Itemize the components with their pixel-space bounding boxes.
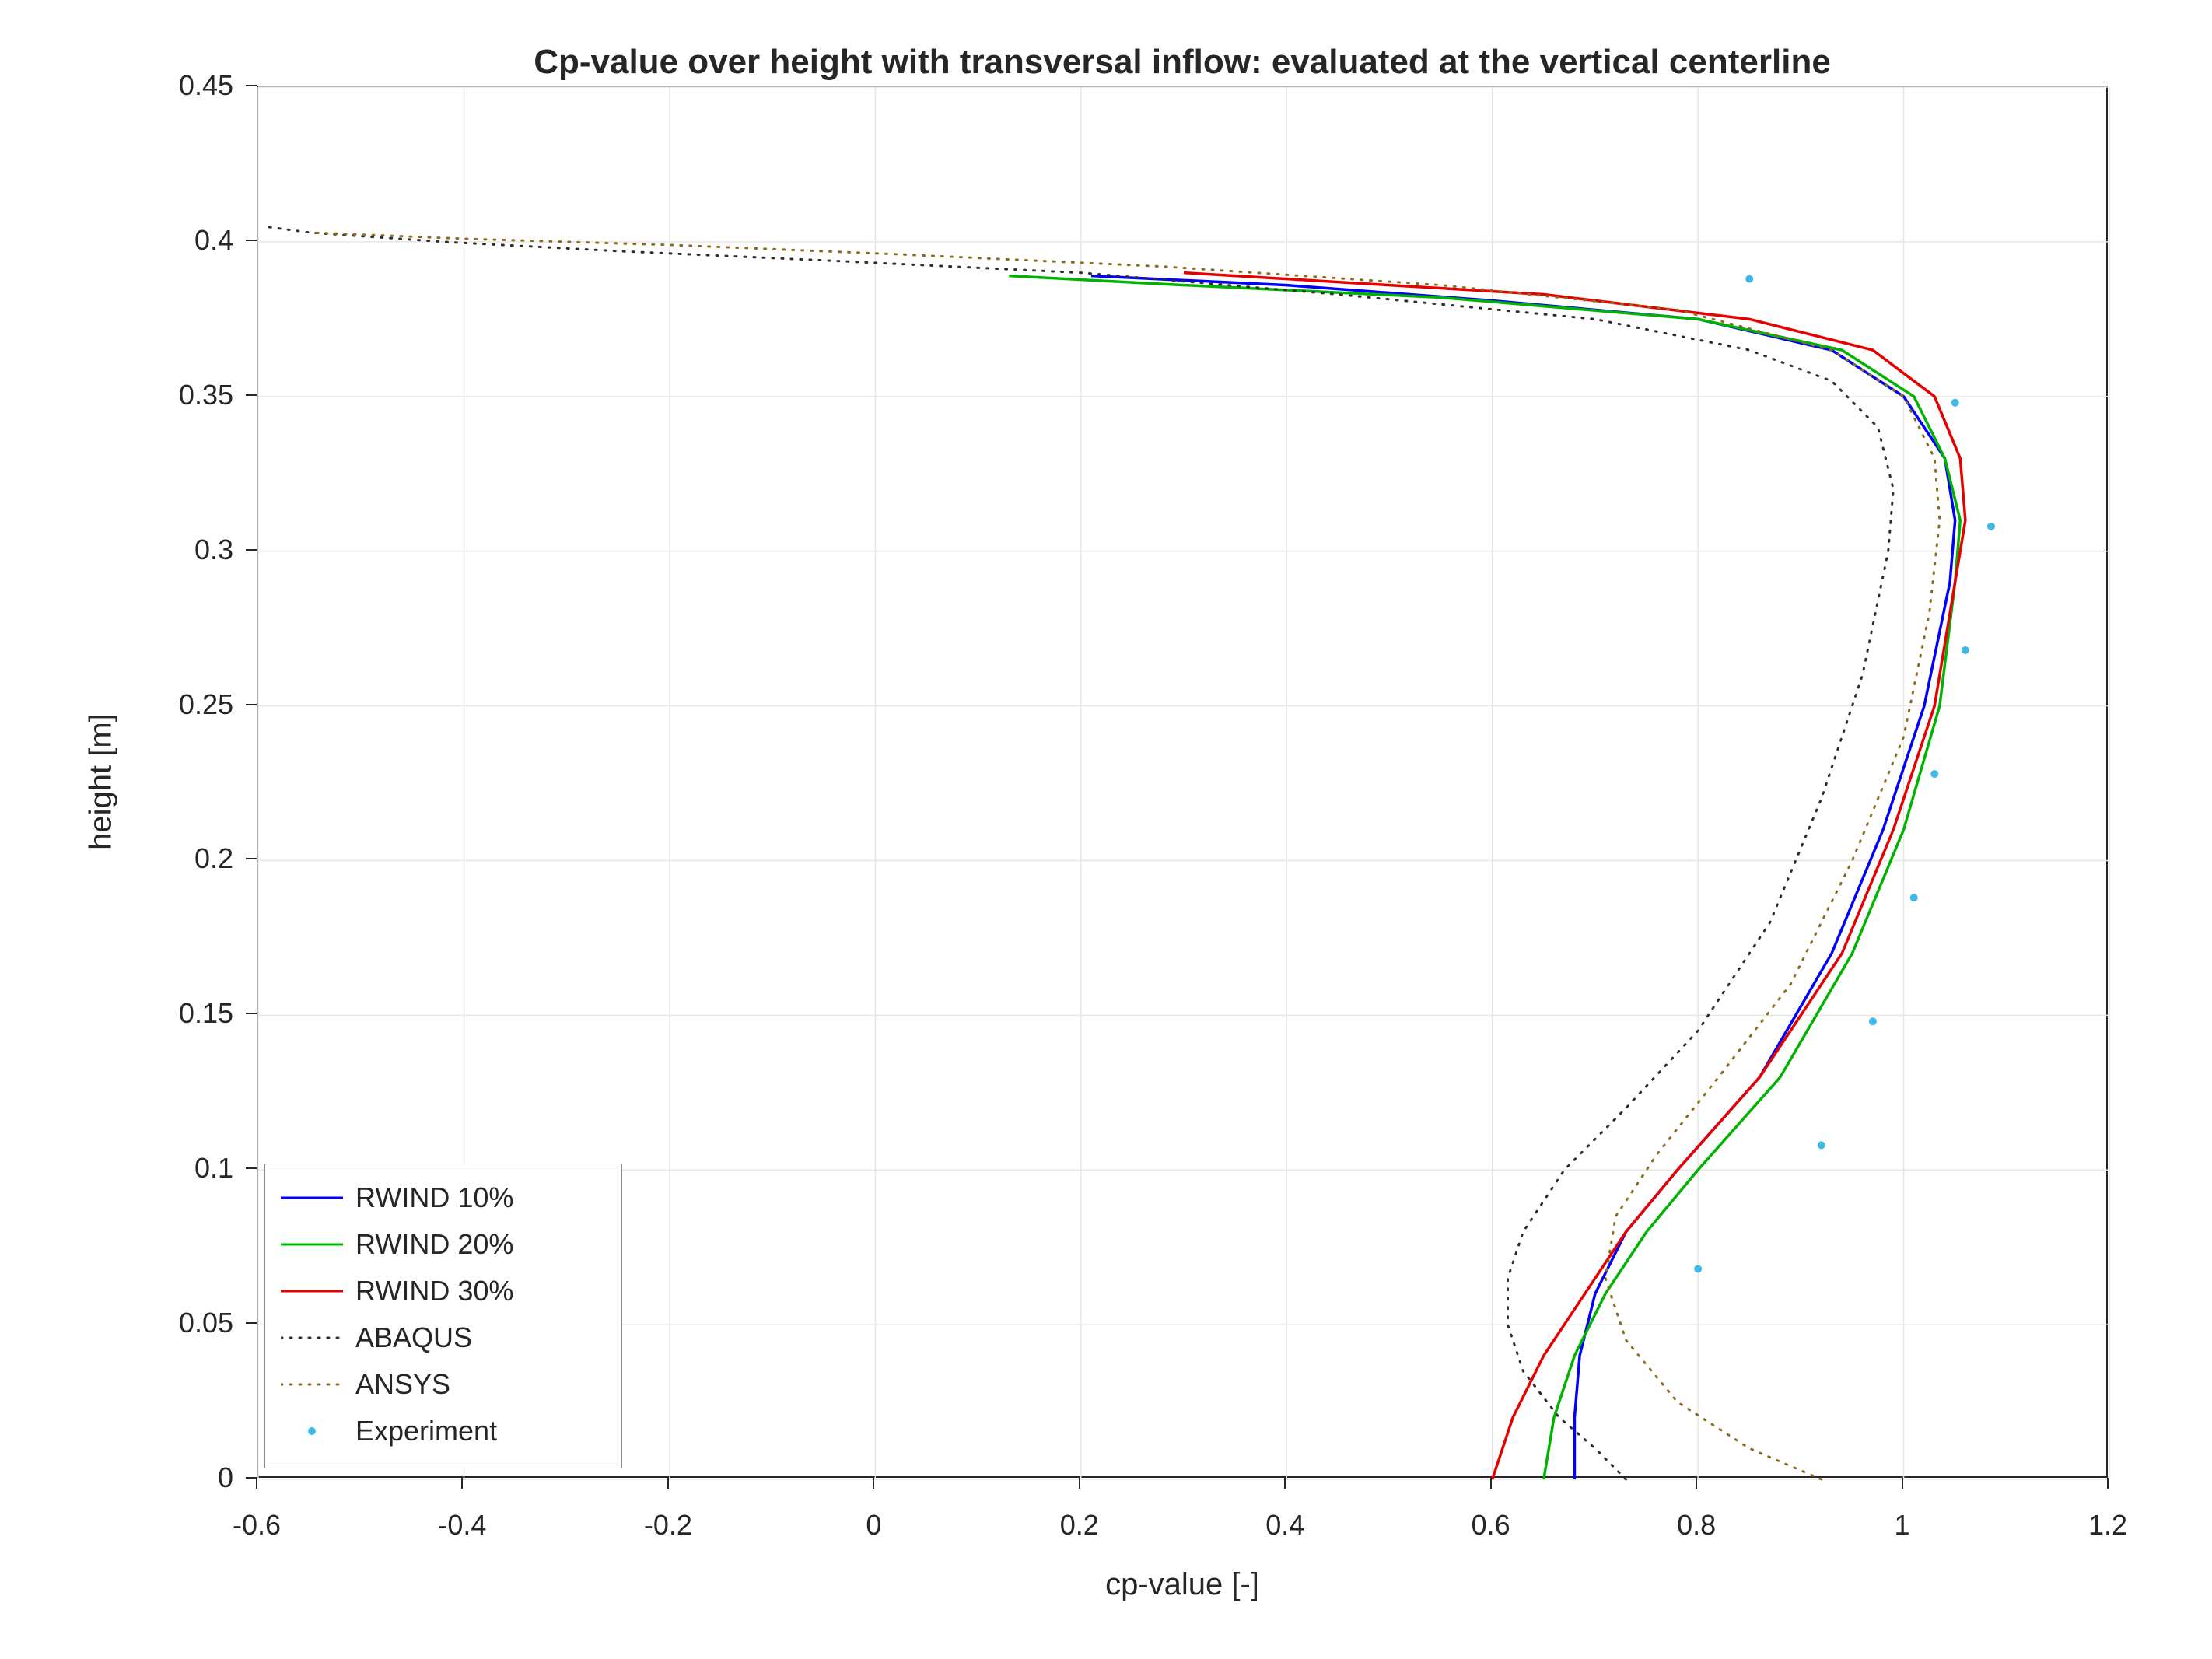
x-tick-label: 0.8 bbox=[1677, 1509, 1716, 1542]
legend-label: RWIND 30% bbox=[355, 1275, 513, 1307]
legend-swatch bbox=[281, 1317, 343, 1359]
figure: Cp-value over height with transversal in… bbox=[0, 0, 2212, 1659]
x-axis-label: cp-value [-] bbox=[1105, 1567, 1259, 1602]
y-axis-label: height [m] bbox=[84, 713, 119, 850]
legend-label: ANSYS bbox=[355, 1368, 450, 1401]
y-tick-label: 0.3 bbox=[194, 534, 233, 566]
legend-item: ANSYS bbox=[281, 1363, 450, 1405]
x-tick-label: 0 bbox=[866, 1509, 881, 1542]
legend-label: RWIND 10% bbox=[355, 1181, 513, 1214]
x-tick-label: -0.2 bbox=[644, 1509, 692, 1542]
y-tick bbox=[246, 858, 257, 859]
x-tick-label: 1.2 bbox=[2088, 1509, 2127, 1542]
x-tick bbox=[873, 1478, 874, 1489]
y-tick-label: 0.4 bbox=[194, 224, 233, 257]
legend-item: Experiment bbox=[281, 1410, 497, 1452]
y-tick-label: 0 bbox=[218, 1461, 233, 1494]
y-tick bbox=[246, 1477, 257, 1479]
x-tick bbox=[1079, 1478, 1080, 1489]
y-tick bbox=[246, 85, 257, 86]
y-tick bbox=[246, 394, 257, 396]
legend-item: RWIND 10% bbox=[281, 1177, 513, 1219]
y-tick-label: 0.05 bbox=[179, 1307, 233, 1339]
y-tick-label: 0.25 bbox=[179, 688, 233, 721]
x-tick-label: 0.4 bbox=[1265, 1509, 1304, 1542]
y-tick bbox=[246, 1167, 257, 1169]
x-tick bbox=[2107, 1478, 2109, 1489]
legend-label: RWIND 20% bbox=[355, 1228, 513, 1261]
legend: RWIND 10% RWIND 20% RWIND 30% ABAQUS ANSYS Ex… bbox=[264, 1164, 622, 1468]
legend-swatch bbox=[281, 1410, 343, 1452]
y-tick bbox=[246, 1013, 257, 1014]
legend-item: ABAQUS bbox=[281, 1317, 472, 1359]
y-tick bbox=[246, 1322, 257, 1324]
x-tick bbox=[1490, 1478, 1492, 1489]
legend-item: RWIND 30% bbox=[281, 1270, 513, 1312]
chart-title: Cp-value over height with transversal in… bbox=[534, 43, 1831, 82]
x-tick bbox=[256, 1478, 257, 1489]
legend-swatch bbox=[281, 1177, 343, 1219]
y-tick bbox=[246, 549, 257, 551]
y-tick-label: 0.15 bbox=[179, 997, 233, 1030]
legend-label: ABAQUS bbox=[355, 1321, 472, 1354]
x-tick-label: 0.6 bbox=[1472, 1509, 1510, 1542]
legend-item: RWIND 20% bbox=[281, 1223, 513, 1265]
x-tick bbox=[667, 1478, 669, 1489]
x-tick-label: -0.6 bbox=[233, 1509, 281, 1542]
x-tick bbox=[1696, 1478, 1697, 1489]
y-tick-label: 0.2 bbox=[194, 842, 233, 875]
y-tick-label: 0.1 bbox=[194, 1152, 233, 1185]
legend-swatch bbox=[281, 1223, 343, 1265]
x-tick bbox=[1902, 1478, 1903, 1489]
y-tick bbox=[246, 704, 257, 705]
y-tick-label: 0.45 bbox=[179, 69, 233, 102]
x-tick-label: -0.4 bbox=[438, 1509, 486, 1542]
legend-swatch bbox=[281, 1270, 343, 1312]
x-tick-label: 0.2 bbox=[1060, 1509, 1099, 1542]
y-tick bbox=[246, 240, 257, 241]
x-tick bbox=[461, 1478, 463, 1489]
y-tick-label: 0.35 bbox=[179, 379, 233, 411]
legend-label: Experiment bbox=[355, 1415, 497, 1447]
legend-swatch bbox=[281, 1363, 343, 1405]
x-tick bbox=[1284, 1478, 1286, 1489]
x-tick-label: 1 bbox=[1895, 1509, 1910, 1542]
